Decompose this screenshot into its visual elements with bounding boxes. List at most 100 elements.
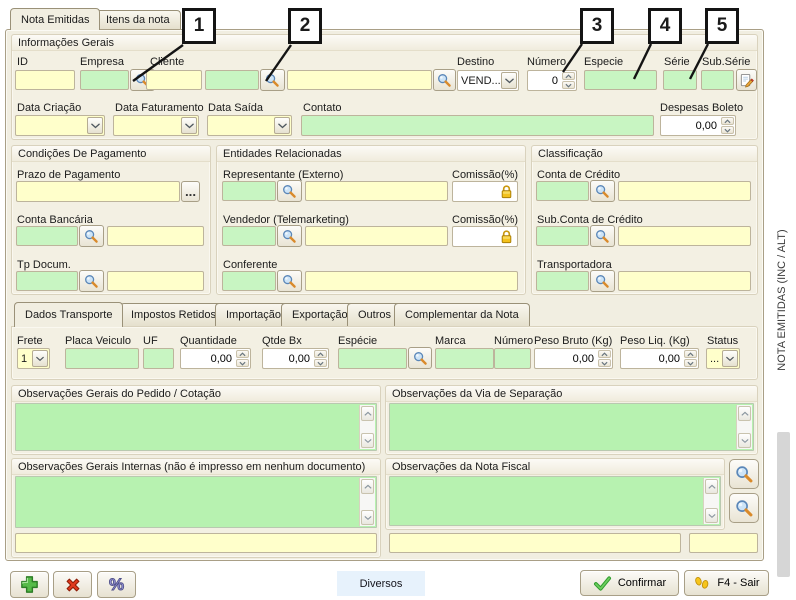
especie-transporte-input[interactable]	[338, 348, 407, 369]
vendedor-name-input[interactable]	[305, 226, 448, 246]
peso-liq-input[interactable]	[621, 349, 683, 368]
transportadora-name-input[interactable]	[618, 271, 751, 291]
contato-input[interactable]	[301, 115, 654, 136]
placa-veiculo-input[interactable]	[65, 348, 139, 369]
conta-credito-code-input[interactable]	[536, 181, 589, 201]
sub-conta-credito-name-input[interactable]	[618, 226, 751, 246]
add-button[interactable]	[10, 571, 49, 598]
cliente-name-search-button[interactable]	[433, 69, 456, 91]
spin-down-icon[interactable]	[721, 126, 734, 134]
data-faturamento-select[interactable]	[113, 115, 199, 136]
obs-nota-fiscal-scrollbar[interactable]	[703, 478, 719, 524]
percent-button[interactable]: %	[97, 571, 136, 598]
id-input[interactable]	[15, 70, 75, 90]
sub-conta-credito-search-button[interactable]	[590, 225, 615, 247]
scroll-up-icon[interactable]	[361, 406, 374, 421]
vendedor-code-input[interactable]	[222, 226, 276, 246]
sub-conta-credito-code-input[interactable]	[536, 226, 589, 246]
conferente-name-input[interactable]	[305, 271, 518, 291]
representante-search-button[interactable]	[277, 180, 302, 202]
qtde-bx-input[interactable]	[263, 349, 313, 368]
obs-internas-extra-input[interactable]	[15, 533, 377, 553]
data-saida-select[interactable]	[207, 115, 292, 136]
numero-transporte-input[interactable]	[494, 348, 531, 369]
spin-up-icon[interactable]	[598, 350, 611, 358]
diversos-panel[interactable]: Diversos	[337, 571, 425, 596]
scroll-up-icon[interactable]	[738, 406, 751, 421]
spin-down-icon[interactable]	[314, 359, 327, 367]
transportadora-search-button[interactable]	[590, 270, 615, 292]
right-scrollbar-thumb[interactable]	[777, 432, 790, 577]
especie-input[interactable]	[584, 70, 657, 90]
quantidade-input[interactable]	[181, 349, 235, 368]
despesas-boleto-spinner[interactable]	[660, 115, 736, 136]
conferente-code-input[interactable]	[222, 271, 276, 291]
spin-down-icon[interactable]	[562, 81, 575, 89]
tp-docum-search-button[interactable]	[79, 270, 104, 292]
especie-search-button[interactable]	[408, 347, 432, 369]
obs-nota-fiscal-extra-input[interactable]	[389, 533, 681, 553]
spin-down-icon[interactable]	[598, 359, 611, 367]
cliente-name-input[interactable]	[287, 70, 432, 90]
tab-impostos-retidos[interactable]: Impostos Retidos	[120, 303, 227, 326]
scroll-up-icon[interactable]	[361, 479, 374, 494]
comissao-vendedor-field[interactable]	[452, 226, 518, 247]
cliente-id-input[interactable]	[146, 70, 202, 90]
comissao-representante-field[interactable]	[452, 181, 518, 202]
obs-via-separacao-scrollbar[interactable]	[736, 405, 752, 449]
spin-down-icon[interactable]	[684, 359, 697, 367]
despesas-boleto-input[interactable]	[661, 116, 720, 135]
scroll-down-icon[interactable]	[738, 433, 751, 448]
obs-pedido-textarea[interactable]	[15, 403, 377, 451]
obs-nota-fiscal-small-input[interactable]	[689, 533, 758, 553]
confirmar-button[interactable]: Confirmar	[580, 570, 679, 596]
scroll-down-icon[interactable]	[361, 433, 374, 448]
obs-via-separacao-textarea[interactable]	[389, 403, 754, 451]
conta-credito-search-button[interactable]	[590, 180, 615, 202]
scroll-down-icon[interactable]	[361, 510, 374, 525]
tab-nota-emitidas[interactable]: Nota Emitidas	[10, 8, 100, 30]
obs-internas-scrollbar[interactable]	[359, 478, 375, 526]
obs-nota-fiscal-search-button-2[interactable]	[729, 493, 759, 523]
status-select[interactable]: ...	[706, 348, 740, 369]
f4-sair-button[interactable]: F4 - Sair	[684, 570, 769, 596]
tp-docum-code-input[interactable]	[16, 271, 78, 291]
representante-code-input[interactable]	[222, 181, 276, 201]
numero-input[interactable]	[528, 71, 561, 90]
serie-input[interactable]	[663, 70, 697, 90]
tab-dados-transporte[interactable]: Dados Transporte	[14, 302, 123, 327]
subserie-input[interactable]	[701, 70, 734, 90]
tab-complementar-da-nota[interactable]: Complementar da Nota	[394, 303, 530, 326]
obs-nota-fiscal-textarea[interactable]	[389, 476, 721, 526]
peso-bruto-spinner[interactable]	[534, 348, 613, 369]
quantidade-spinner[interactable]	[180, 348, 251, 369]
prazo-pagamento-browse-button[interactable]: ...	[181, 181, 200, 202]
cliente-search-button[interactable]	[260, 69, 285, 91]
obs-nota-fiscal-search-button-1[interactable]	[729, 459, 759, 489]
spin-down-icon[interactable]	[236, 359, 249, 367]
prazo-pagamento-input[interactable]	[16, 181, 180, 202]
conta-bancaria-name-input[interactable]	[107, 226, 204, 246]
scroll-up-icon[interactable]	[705, 479, 718, 494]
spin-up-icon[interactable]	[562, 72, 575, 80]
cliente-code-input[interactable]	[205, 70, 259, 90]
frete-select[interactable]: 1	[17, 348, 50, 369]
obs-pedido-scrollbar[interactable]	[359, 405, 375, 449]
spin-up-icon[interactable]	[314, 350, 327, 358]
delete-button[interactable]	[53, 571, 92, 598]
spin-up-icon[interactable]	[721, 117, 734, 125]
conta-bancaria-search-button[interactable]	[79, 225, 104, 247]
empresa-code-input[interactable]	[80, 70, 129, 90]
vendedor-search-button[interactable]	[277, 225, 302, 247]
obs-internas-textarea[interactable]	[15, 476, 377, 528]
data-criacao-select[interactable]	[15, 115, 105, 136]
spin-up-icon[interactable]	[684, 350, 697, 358]
scroll-down-icon[interactable]	[705, 508, 718, 523]
conta-bancaria-code-input[interactable]	[16, 226, 78, 246]
conta-credito-name-input[interactable]	[618, 181, 751, 201]
peso-bruto-input[interactable]	[535, 349, 597, 368]
marca-input[interactable]	[435, 348, 494, 369]
peso-liq-spinner[interactable]	[620, 348, 699, 369]
spin-up-icon[interactable]	[236, 350, 249, 358]
uf-input[interactable]	[143, 348, 174, 369]
